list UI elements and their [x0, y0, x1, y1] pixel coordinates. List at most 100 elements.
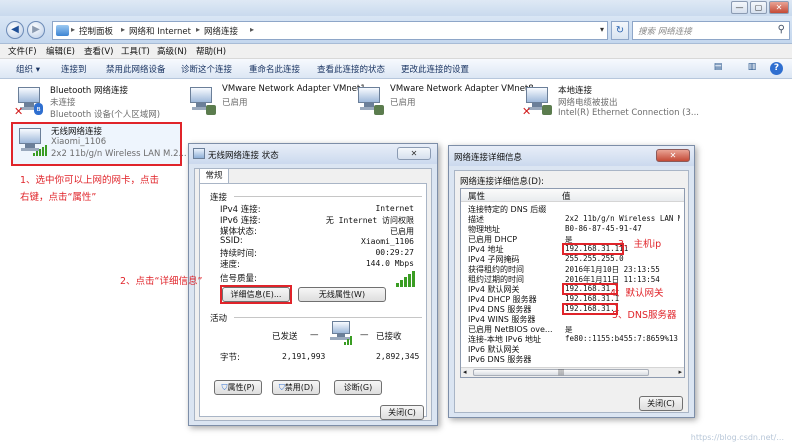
- details-heading: 网络连接详细信息(D):: [460, 177, 545, 187]
- section-connection-heading: 连接: [210, 193, 228, 203]
- adapter-device: Bluetooth 设备(个人区域网): [50, 110, 161, 120]
- scroll-right-icon[interactable]: ▸: [678, 368, 682, 376]
- duration-value: 00:29:27: [375, 248, 414, 257]
- breadcrumb-network-internet[interactable]: 网络和 Internet: [129, 25, 191, 37]
- adapter-vmnet8[interactable]: VMware Network Adapter VMnet8 已启用: [354, 83, 534, 121]
- address-bar[interactable]: ▸ 控制面板 ▸ 网络和 Internet ▸ 网络连接 ▸ ▾: [52, 21, 608, 40]
- maximize-button[interactable]: ▢: [750, 1, 767, 14]
- diagnose-button[interactable]: 诊断这个连接: [181, 63, 232, 75]
- breadcrumb-separator: ▸: [250, 25, 255, 34]
- annotation-step4: 4、默认网关: [610, 288, 664, 299]
- signal-quality-label: 信号质量:: [220, 274, 257, 284]
- sent-dash: —: [310, 330, 319, 340]
- diagnose-dialog-button[interactable]: 诊断(G): [334, 380, 382, 395]
- adapter-bluetooth[interactable]: ✕ ʙ Bluetooth 网络连接 未连接 Bluetooth 设备(个人区域…: [14, 83, 184, 121]
- menu-advanced[interactable]: 高级(N): [157, 45, 187, 57]
- network-activity-icon: [328, 321, 354, 347]
- status-dialog-body: 常规 连接 IPv4 连接: Internet IPv6 连接: 无 Inter…: [194, 168, 432, 421]
- change-settings-button[interactable]: 更改此连接的设置: [401, 63, 469, 75]
- view-options-icon[interactable]: ▤: [711, 62, 725, 75]
- connect-to-button[interactable]: 连接到: [61, 63, 87, 75]
- window-close-button[interactable]: ✕: [769, 1, 789, 14]
- forward-button[interactable]: ▶: [27, 21, 45, 39]
- menu-tools[interactable]: 工具(T): [121, 45, 150, 57]
- network-icon: [193, 148, 205, 159]
- ipv4-connectivity-value: Internet: [375, 204, 414, 213]
- details-dialog-close-icon[interactable]: ✕: [656, 149, 690, 162]
- organize-button[interactable]: 组织 ▾: [16, 63, 40, 75]
- adapter-status: 网络电缆被拔出: [558, 98, 618, 108]
- disconnected-x-icon: ✕: [522, 105, 532, 118]
- speed-label: 速度:: [220, 260, 240, 270]
- search-input[interactable]: 搜索 网络连接 ⚲: [632, 21, 790, 40]
- annotation-step3: 3、主机ip: [618, 239, 662, 250]
- received-label: 已接收: [376, 332, 402, 342]
- column-property[interactable]: 属性: [468, 190, 485, 202]
- breadcrumb-separator: ▸: [196, 25, 201, 34]
- signal-strength-icon: [396, 271, 416, 287]
- adapter-device: 2x2 11b/g/n Wireless LAN M.2...: [51, 149, 187, 159]
- adapter-status: 已启用: [390, 98, 416, 108]
- address-row: ◀ ▶ ▸ 控制面板 ▸ 网络和 Internet ▸ 网络连接 ▸ ▾ ↻ 搜…: [0, 16, 792, 44]
- details-dialog-titlebar: 网络连接详细信息 ✕: [449, 146, 694, 166]
- scroll-left-icon[interactable]: ◂: [463, 368, 467, 376]
- bytes-received-value: 2,892,345: [376, 352, 420, 361]
- tab-general[interactable]: 常规: [199, 168, 229, 183]
- menu-help[interactable]: 帮助(H): [196, 45, 226, 57]
- annotation-step1: 1、选中你可以上网的网卡，点击: [20, 175, 160, 186]
- divider: [234, 196, 422, 197]
- speed-value: 144.0 Mbps: [365, 259, 414, 268]
- wireless-properties-button[interactable]: 无线属性(W): [298, 287, 386, 302]
- back-button[interactable]: ◀: [6, 21, 24, 39]
- divider: [234, 317, 422, 318]
- chevron-down-icon[interactable]: ▾: [600, 25, 604, 34]
- scroll-thumb[interactable]: |||: [473, 369, 649, 376]
- ssid-label: SSID:: [220, 236, 243, 246]
- help-icon[interactable]: ?: [770, 62, 783, 75]
- menu-bar: 文件(F) 编辑(E) 查看(V) 工具(T) 高级(N) 帮助(H): [0, 44, 792, 59]
- adapter-wireless[interactable]: 无线网络连接 Xiaomi_1106 2x2 11b/g/n Wireless …: [11, 122, 187, 166]
- menu-view[interactable]: 查看(V): [84, 45, 113, 57]
- status-dialog-titlebar: 无线网络连接 状态 ✕: [189, 144, 437, 164]
- media-state-value: 已启用: [390, 227, 414, 236]
- status-close-button[interactable]: 关闭(C): [380, 405, 424, 420]
- disable-button[interactable]: ⛉禁用(D): [272, 380, 320, 395]
- status-dialog: 无线网络连接 状态 ✕ 常规 连接 IPv4 连接: Internet IPv6…: [188, 143, 438, 426]
- view-status-button[interactable]: 查看此连接的状态: [317, 63, 385, 75]
- details-close-button[interactable]: 关闭(C): [639, 396, 683, 411]
- bluetooth-icon: ʙ: [34, 103, 43, 115]
- received-dash: —: [360, 330, 369, 340]
- section-activity-heading: 活动: [210, 314, 228, 324]
- network-adapter-icon: [186, 85, 216, 117]
- adapter-name: 无线网络连接: [51, 127, 103, 137]
- menu-file[interactable]: 文件(F): [8, 45, 37, 57]
- menu-edit[interactable]: 编辑(E): [46, 45, 75, 57]
- status-dialog-title: 无线网络连接 状态: [208, 151, 279, 161]
- ssid-value: Xiaomi_1106: [361, 237, 414, 246]
- details-highlight: [220, 285, 292, 304]
- search-icon[interactable]: ⚲: [778, 24, 785, 35]
- network-adapter-icon: [354, 85, 384, 117]
- network-cable-icon: [374, 105, 384, 115]
- table-row[interactable]: IPv6 DNS 服务器: [468, 354, 680, 365]
- refresh-button[interactable]: ↻: [611, 21, 629, 40]
- horizontal-scrollbar[interactable]: ◂ ||| ▸: [461, 367, 684, 377]
- breadcrumb-control-panel[interactable]: 控制面板: [79, 25, 113, 37]
- breadcrumb-separator: ▸: [71, 25, 76, 34]
- breadcrumb-network-connections[interactable]: 网络连接: [204, 25, 238, 37]
- minimize-button[interactable]: —: [731, 1, 748, 14]
- adapter-local-connection[interactable]: ✕ 本地连接 网络电缆被拔出 Intel(R) Ethernet Connect…: [522, 83, 712, 121]
- status-dialog-close-icon[interactable]: ✕: [397, 147, 431, 160]
- details-dialog-title: 网络连接详细信息: [454, 153, 523, 163]
- adapter-status: Xiaomi_1106: [51, 137, 107, 147]
- disable-device-button[interactable]: 禁用此网络设备: [106, 63, 166, 75]
- network-adapter-icon: ✕ ʙ: [14, 85, 44, 118]
- network-adapter-icon: ✕: [522, 85, 552, 118]
- properties-button[interactable]: ⛉属性(P): [214, 380, 262, 395]
- preview-pane-icon[interactable]: ▥: [745, 62, 759, 75]
- rename-button[interactable]: 重命名此连接: [249, 63, 300, 75]
- adapter-vmnet1[interactable]: VMware Network Adapter VMnet1 已启用: [186, 83, 366, 121]
- details-list[interactable]: 属性 值 连接特定的 DNS 后缀 描述 2x2 11b/g/n Wireless…: [460, 188, 685, 378]
- disconnected-x-icon: ✕: [14, 105, 24, 118]
- column-value[interactable]: 值: [562, 190, 571, 202]
